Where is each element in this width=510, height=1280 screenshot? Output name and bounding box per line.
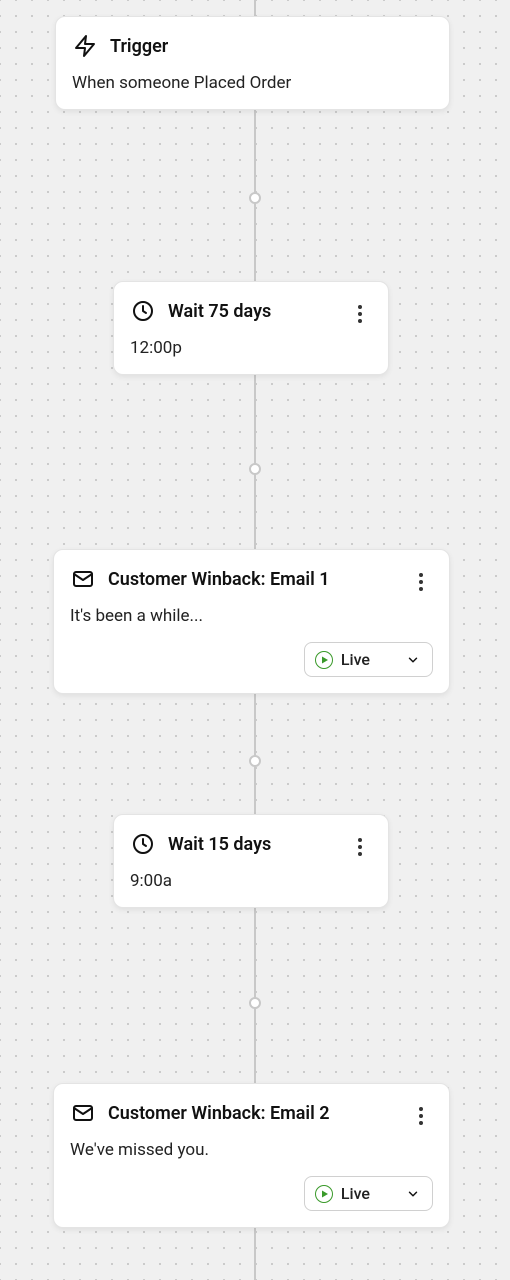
trigger-card[interactable]: Trigger When someone Placed Order (55, 16, 450, 110)
chevron-down-icon (406, 653, 420, 667)
email-title: Customer Winback: Email 1 (108, 569, 330, 590)
status-dropdown[interactable]: Live (304, 642, 433, 677)
email-menu-button[interactable] (407, 568, 435, 596)
wait-card-1[interactable]: Wait 75 days 12:00p (113, 281, 389, 375)
email-card-1[interactable]: Customer Winback: Email 1 It's been a wh… (53, 549, 450, 694)
play-icon (315, 651, 333, 669)
wait-time: 9:00a (130, 871, 372, 891)
wait-card-2[interactable]: Wait 15 days 9:00a (113, 814, 389, 908)
status-label: Live (341, 1184, 370, 1203)
trigger-description: When someone Placed Order (72, 73, 433, 93)
email-menu-button[interactable] (407, 1102, 435, 1130)
status-dropdown[interactable]: Live (304, 1176, 433, 1211)
email-subject: We've missed you. (70, 1140, 433, 1160)
email-card-2[interactable]: Customer Winback: Email 2 We've missed y… (53, 1083, 450, 1228)
wait-title: Wait 75 days (168, 301, 271, 322)
wait-time: 12:00p (130, 338, 372, 358)
status-label: Live (341, 650, 370, 669)
wait-menu-button[interactable] (346, 300, 374, 328)
clock-icon (130, 831, 156, 857)
lightning-icon (72, 33, 98, 59)
wait-menu-button[interactable] (346, 833, 374, 861)
envelope-icon (70, 1100, 96, 1126)
email-subject: It's been a while... (70, 606, 433, 626)
envelope-icon (70, 566, 96, 592)
wait-title: Wait 15 days (168, 834, 271, 855)
chevron-down-icon (406, 1187, 420, 1201)
email-title: Customer Winback: Email 2 (108, 1103, 330, 1124)
play-icon (315, 1185, 333, 1203)
clock-icon (130, 298, 156, 324)
trigger-title: Trigger (110, 36, 168, 57)
